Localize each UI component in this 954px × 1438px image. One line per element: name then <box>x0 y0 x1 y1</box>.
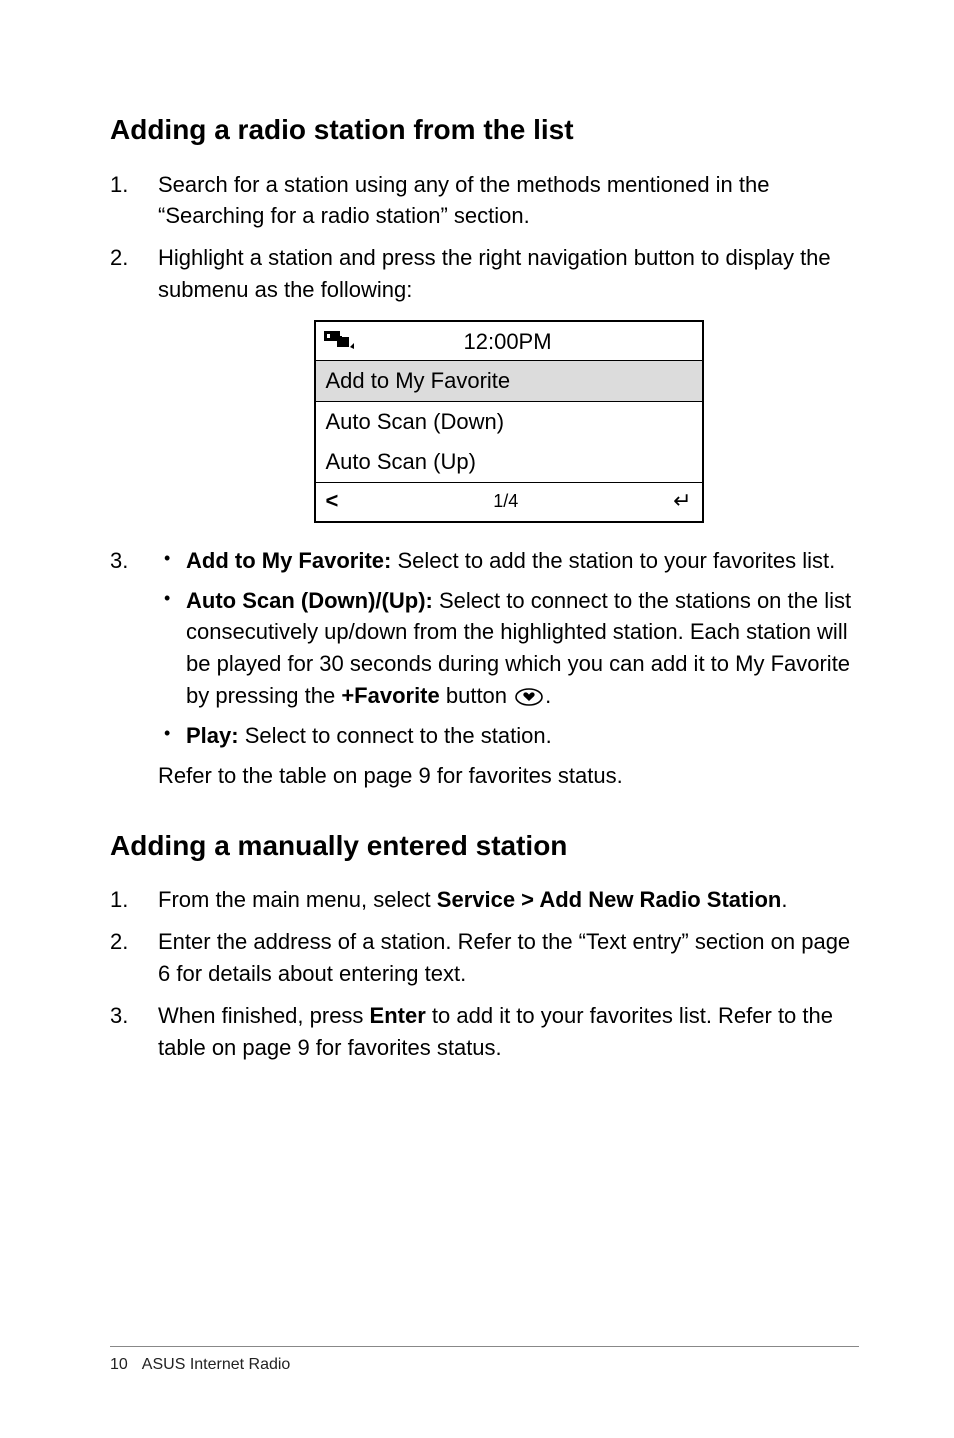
s2-step-3a: When finished, press <box>158 1003 370 1028</box>
steps-list-2: From the main menu, select Service > Add… <box>110 884 859 1063</box>
submenu-row-scan-down: Auto Scan (Down) <box>316 402 702 442</box>
s2-step-2: Enter the address of a station. Refer to… <box>110 926 859 990</box>
heading-add-manual: Adding a manually entered station <box>110 826 859 867</box>
heading-add-from-list: Adding a radio station from the list <box>110 110 859 151</box>
bullet-play: Play: Select to connect to the station. <box>158 720 859 752</box>
bullet-add-favorite-text: Select to add the station to your favori… <box>391 548 835 573</box>
step-1: Search for a station using any of the me… <box>110 169 859 233</box>
step-3-bullets: Add to My Favorite: Select to add the st… <box>158 545 859 752</box>
heart-button-icon <box>515 688 543 706</box>
steps-list-1: Search for a station using any of the me… <box>110 169 859 792</box>
bullet-play-label: Play: <box>186 723 239 748</box>
step-2-text: Highlight a station and press the right … <box>158 245 831 302</box>
step-3: Add to My Favorite: Select to add the st… <box>110 545 859 792</box>
plus-favorite-bold: +Favorite <box>341 683 439 708</box>
step-2: Highlight a station and press the right … <box>110 242 859 522</box>
s2-step-1: From the main menu, select Service > Add… <box>110 884 859 916</box>
bullet-auto-scan-label: Auto Scan (Down)/(Up): <box>186 588 433 613</box>
submenu-time: 12:00PM <box>434 326 694 358</box>
bullet-add-favorite-label: Add to My Favorite: <box>186 548 391 573</box>
submenu-footer-left: < <box>326 485 339 517</box>
submenu-header: 12:00PM <box>316 322 702 361</box>
submenu-footer: < 1/4 ↵ <box>316 482 702 521</box>
submenu-screenshot: 12:00PM Add to My Favorite Auto Scan (Do… <box>314 320 704 522</box>
bullet-auto-scan-text-c: . <box>545 683 551 708</box>
submenu-footer-mid: 1/4 <box>338 488 673 514</box>
s2-step-3-bold: Enter <box>370 1003 426 1028</box>
submenu-row-scan-up: Auto Scan (Up) <box>316 442 702 482</box>
s2-step-1-bold: Service > Add New Radio Station <box>437 887 782 912</box>
page-footer: 10 ASUS Internet Radio <box>110 1346 859 1376</box>
page-number: 10 <box>110 1356 128 1373</box>
step-3-refer-note: Refer to the table on page 9 for favorit… <box>158 760 859 792</box>
s2-step-1a: From the main menu, select <box>158 887 437 912</box>
bullet-auto-scan-text-b: button <box>440 683 513 708</box>
bullet-auto-scan: Auto Scan (Down)/(Up): Select to connect… <box>158 585 859 713</box>
enter-icon: ↵ <box>673 485 691 517</box>
bullet-play-text: Select to connect to the station. <box>239 723 552 748</box>
network-icon <box>324 326 354 358</box>
submenu-row-favorite: Add to My Favorite <box>316 361 702 402</box>
bullet-add-favorite: Add to My Favorite: Select to add the st… <box>158 545 859 577</box>
s2-step-3: When finished, press Enter to add it to … <box>110 1000 859 1064</box>
s2-step-1b: . <box>781 887 787 912</box>
footer-title: ASUS Internet Radio <box>142 1356 291 1373</box>
